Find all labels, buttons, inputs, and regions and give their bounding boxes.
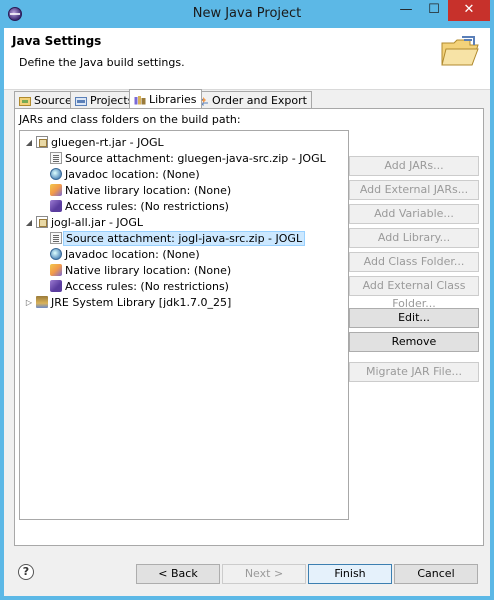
add-library-button[interactable]: Add Library... <box>349 228 479 248</box>
finish-button[interactable]: Finish <box>308 564 392 584</box>
tab-order-export-label: Order and Export <box>212 94 307 107</box>
next-button[interactable]: Next > <box>222 564 306 584</box>
tab-order-export[interactable]: Order and Export <box>192 91 312 108</box>
add-variable-button[interactable]: Add Variable... <box>349 204 479 224</box>
build-path-tree[interactable]: ◢ gluegen-rt.jar - JOGL Source attachmen… <box>19 130 349 520</box>
edit-button[interactable]: Edit... <box>349 308 479 328</box>
add-jars-button[interactable]: Add JARs... <box>349 156 479 176</box>
source-folder-icon <box>19 96 31 106</box>
libraries-panel: JARs and class folders on the build path… <box>14 108 484 546</box>
collapse-toggle-icon[interactable]: ▷ <box>24 298 34 307</box>
tab-projects-label: Projects <box>90 94 134 107</box>
libraries-icon <box>134 95 146 104</box>
access-rules-icon <box>50 280 62 292</box>
source-attachment-icon <box>50 232 62 244</box>
tree-item-gluegen-access[interactable]: Access rules: (No restrictions) <box>50 198 229 214</box>
build-path-label: JARs and class folders on the build path… <box>19 113 241 126</box>
add-class-folder-button[interactable]: Add Class Folder... <box>349 252 479 272</box>
tab-libraries-label: Libraries <box>149 93 197 106</box>
cancel-button[interactable]: Cancel <box>394 564 478 584</box>
javadoc-icon <box>50 168 62 180</box>
dialog-window: New Java Project — ☐ ✕ Java Settings Def… <box>0 0 494 600</box>
native-library-icon <box>50 184 62 196</box>
page-title: Java Settings <box>12 34 102 48</box>
title-bar[interactable]: New Java Project — ☐ ✕ <box>0 0 494 28</box>
source-attachment-icon <box>50 152 62 164</box>
jre-library-icon <box>36 296 48 308</box>
jar-icon <box>36 136 48 148</box>
tree-item-jogl-jar[interactable]: ◢ jogl-all.jar - JOGL <box>24 214 143 230</box>
projects-icon <box>75 96 87 106</box>
java-folder-icon <box>441 36 479 66</box>
minimize-button[interactable]: — <box>392 0 420 21</box>
javadoc-icon <box>50 248 62 260</box>
add-external-jars-button[interactable]: Add External JARs... <box>349 180 479 200</box>
add-external-class-folder-button[interactable]: Add External Class Folder... <box>349 276 479 310</box>
tree-item-gluegen-jar[interactable]: ◢ gluegen-rt.jar - JOGL <box>24 134 164 150</box>
tree-item-jogl-javadoc[interactable]: Javadoc location: (None) <box>50 246 200 262</box>
tree-item-jogl-access[interactable]: Access rules: (No restrictions) <box>50 278 229 294</box>
migrate-jar-button[interactable]: Migrate JAR File... <box>349 362 479 382</box>
close-button[interactable]: ✕ <box>448 0 490 21</box>
tree-item-jogl-source[interactable]: Source attachment: jogl-java-src.zip - J… <box>50 230 306 246</box>
access-rules-icon <box>50 200 62 212</box>
expand-toggle-icon[interactable]: ◢ <box>24 218 34 227</box>
tab-source-label: Source <box>34 94 72 107</box>
back-button[interactable]: < Back <box>136 564 220 584</box>
page-description: Define the Java build settings. <box>19 56 185 69</box>
dialog-client-area: Java Settings Define the Java build sett… <box>4 28 490 596</box>
jar-icon <box>36 216 48 228</box>
native-library-icon <box>50 264 62 276</box>
tree-item-gluegen-javadoc[interactable]: Javadoc location: (None) <box>50 166 200 182</box>
help-icon[interactable]: ? <box>18 564 34 580</box>
remove-button[interactable]: Remove <box>349 332 479 352</box>
tree-item-jre-library[interactable]: ▷ JRE System Library [jdk1.7.0_25] <box>24 294 231 310</box>
tree-item-jogl-native[interactable]: Native library location: (None) <box>50 262 231 278</box>
tab-libraries[interactable]: Libraries <box>129 89 202 108</box>
tree-item-gluegen-native[interactable]: Native library location: (None) <box>50 182 231 198</box>
wizard-header: Java Settings Define the Java build sett… <box>4 28 490 90</box>
tree-item-gluegen-source[interactable]: Source attachment: gluegen-java-src.zip … <box>50 150 326 166</box>
expand-toggle-icon[interactable]: ◢ <box>24 138 34 147</box>
tab-source[interactable]: Source <box>14 91 77 108</box>
maximize-button[interactable]: ☐ <box>420 0 448 21</box>
